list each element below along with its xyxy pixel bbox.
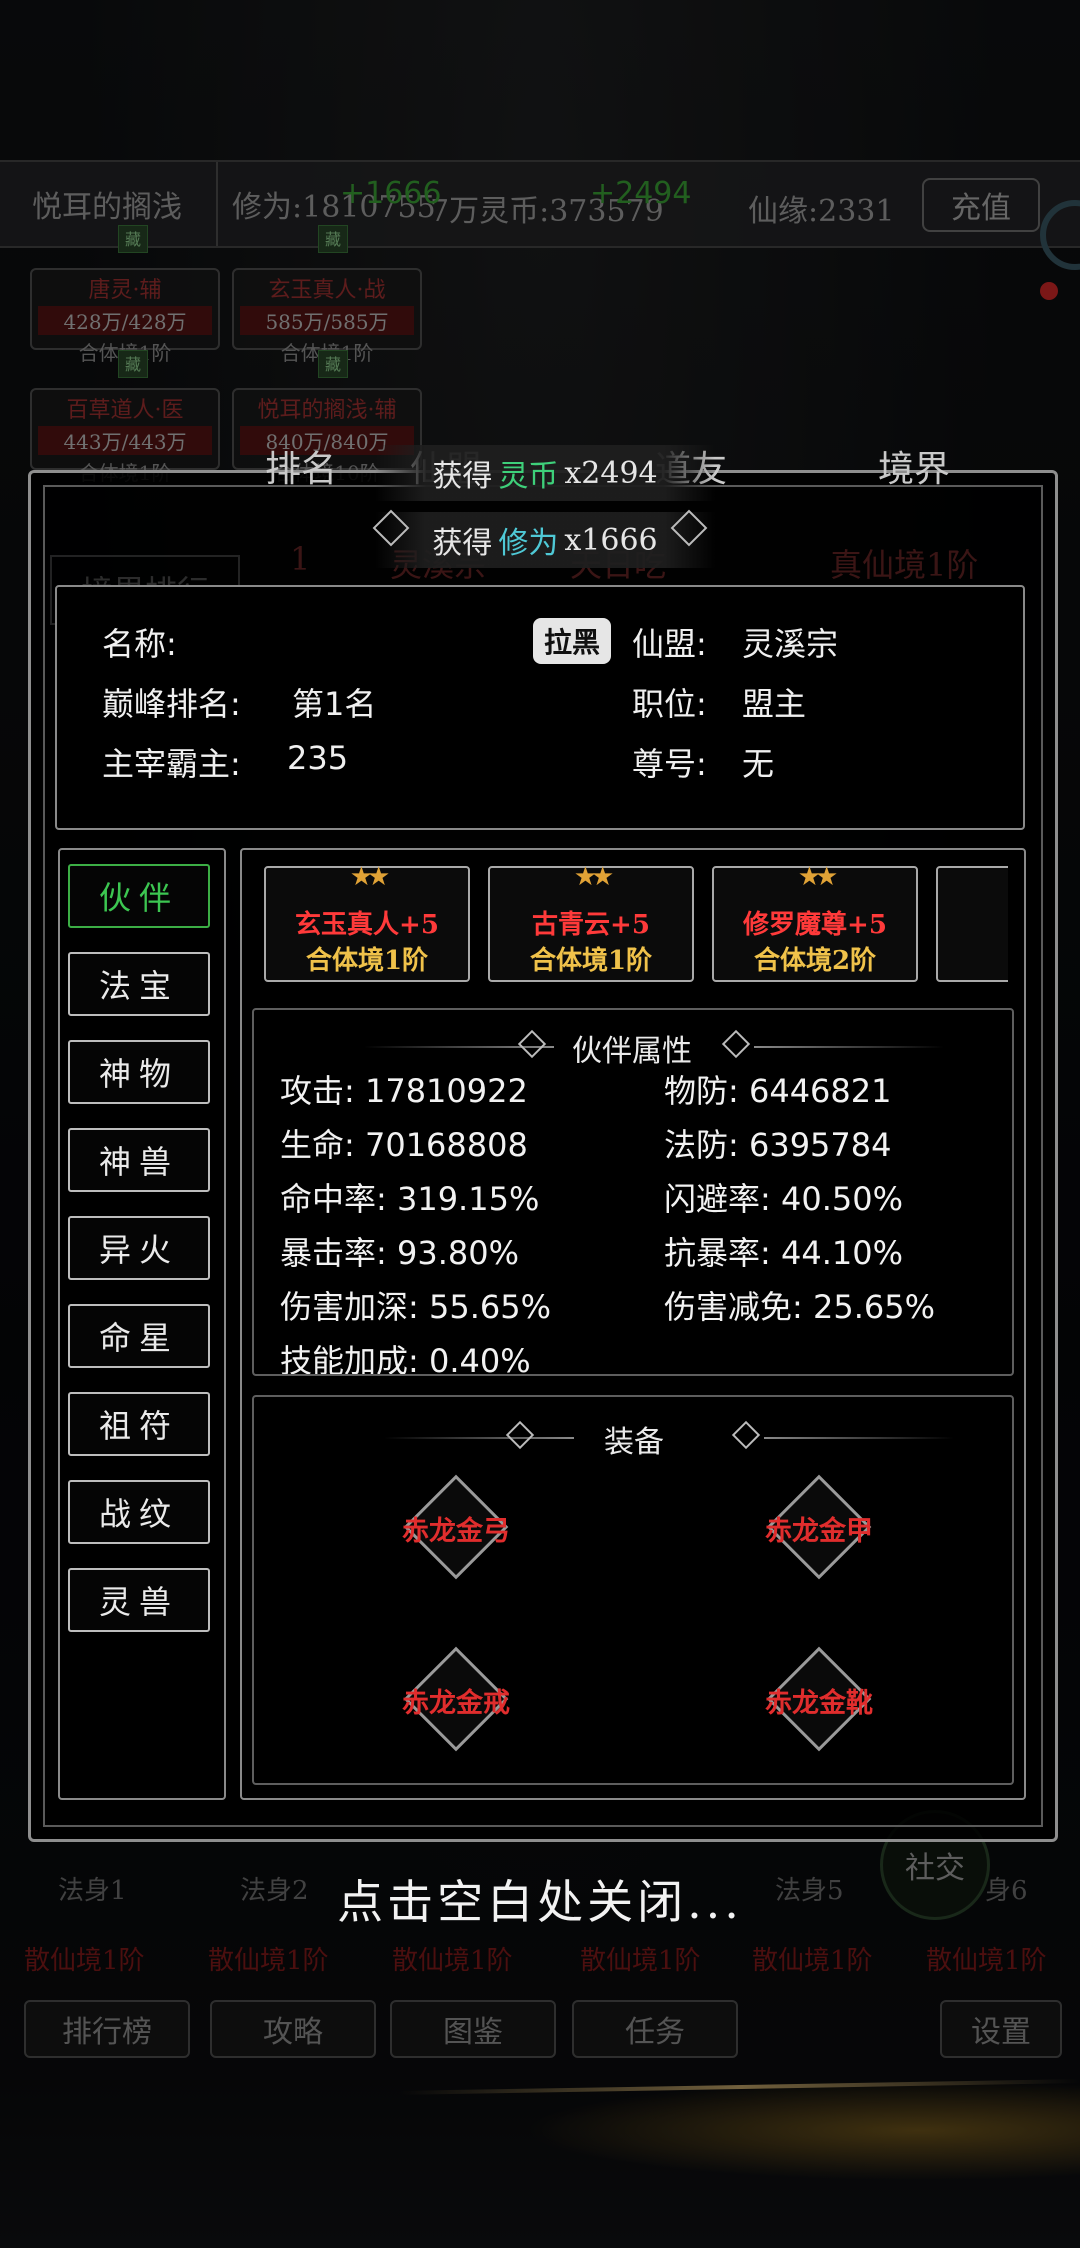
tab-battle-pattern[interactable]: 战纹 [68,1480,210,1544]
partner-card[interactable]: ★★ 玄玉真人+5 合体境1阶 [264,866,470,982]
partner-name: 修罗魔尊+5 [743,910,887,940]
attr-crit-resist: 抗暴率: 44.10% [664,1234,903,1272]
partner-name: 星辰 [938,904,1008,941]
partner-level: 合体 [938,940,1008,977]
close-hint[interactable]: 点击空白处关闭... [0,1866,1080,1932]
partner-list[interactable]: ★★ 玄玉真人+5 合体境1阶 ★★ 古青云+5 合体境1阶 ★★ 修罗魔尊+5… [264,866,1008,986]
attr-hit-rate: 命中率: 319.15% [280,1180,540,1218]
divider-line [754,1046,944,1048]
equipment-name: 赤龙金弓 [402,1516,510,1547]
reward-amount: x2494 [564,455,658,491]
reward-banner-currency: 获得 灵币 x2494 [375,445,715,501]
star-rating-icon: ★★ [349,866,391,892]
diamond-ornament-icon [517,1029,547,1059]
title-label: 尊号: [632,745,707,783]
diamond-ornament-icon [721,1029,751,1059]
peak-rank-label: 巅峰排名: [102,685,241,723]
partner-level: 合体境1阶 [305,946,429,976]
attr-damage-boost: 伤害加深: 55.65% [280,1288,551,1326]
equipment-title: 装备 [604,1425,664,1460]
blacklist-button[interactable]: 拉黑 [533,618,611,664]
tab-rank[interactable]: 排名 [265,440,337,492]
equipment-panel: 装备 赤龙金弓 赤龙金甲 赤龙金戒 赤龙金靴 [252,1395,1014,1785]
attr-skill-bonus: 技能加成: 0.40% [280,1342,531,1376]
diamond-ornament-icon [505,1420,535,1450]
ranking-row-rank: 1 [290,540,311,578]
peak-rank-value: 第1名 [292,685,377,723]
star-rating-icon: ★★ [573,866,615,892]
partner-level: 合体境1阶 [529,946,653,976]
ruler-value: 235 [287,739,349,777]
reward-prefix: 获得 [432,526,493,561]
position-value: 盟主 [742,685,807,723]
attr-attack: 攻击: 17810922 [280,1072,528,1110]
tab-ancestral-rune[interactable]: 祖符 [68,1392,210,1456]
tab-divine-object[interactable]: 神物 [68,1040,210,1104]
ruler-label: 主宰霸主: [102,745,241,783]
partner-card[interactable]: ★★ 星辰 合体 [936,866,1008,982]
reward-prefix: 获得 [432,459,493,494]
attr-crit-rate: 暴击率: 93.80% [280,1234,519,1272]
reward-currency-name: 修为 [498,526,559,561]
star-rating-icon: ★★ [938,866,1008,892]
guild-label: 仙盟: [632,625,707,663]
partner-level: 合体境2阶 [753,946,877,976]
tab-strange-fire[interactable]: 异火 [68,1216,210,1280]
partner-name: 古青云+5 [532,910,650,940]
title-value: 无 [742,745,775,783]
attributes-title: 伙伴属性 [572,1034,692,1069]
equipment-name: 赤龙金靴 [765,1688,873,1719]
attr-dodge-rate: 闪避率: 40.50% [664,1180,903,1218]
partner-name: 玄玉真人+5 [295,910,439,940]
diamond-ornament-icon [731,1420,761,1450]
reward-amount: x1666 [564,522,658,558]
tab-treasure[interactable]: 法宝 [68,952,210,1016]
ranking-row-realm: 真仙境1阶 [830,546,979,584]
name-label: 名称: [102,625,177,663]
tab-life-star[interactable]: 命星 [68,1304,210,1368]
reward-currency-name: 灵币 [498,459,559,494]
star-rating-icon: ★★ [797,866,839,892]
partner-card[interactable]: ★★ 修罗魔尊+5 合体境2阶 [712,866,918,982]
tab-divine-beast[interactable]: 神兽 [68,1128,210,1192]
attr-magic-defense: 法防: 6395784 [664,1126,892,1164]
equipment-name: 赤龙金甲 [765,1516,873,1547]
position-label: 职位: [632,685,707,723]
equipment-name: 赤龙金戒 [402,1688,510,1719]
game-screen: 悦耳的搁浅 修为:1810755 仙缘:2331 充值 7万灵币:373579 … [0,0,1080,2248]
attr-physical-defense: 物防: 6446821 [664,1072,892,1110]
attr-hp: 生命: 70168808 [280,1126,528,1164]
tab-realm[interactable]: 境界 [878,440,950,492]
divider-line [384,1437,574,1439]
guild-value: 灵溪宗 [742,625,839,663]
partner-attributes-panel: 伙伴属性 攻击: 17810922 生命: 70168808 命中率: 319.… [252,1008,1014,1376]
partner-card[interactable]: ★★ 古青云+5 合体境1阶 [488,866,694,982]
divider-line [764,1437,954,1439]
attr-damage-reduction: 伤害减免: 25.65% [664,1288,935,1326]
tab-spirit-beast[interactable]: 灵兽 [68,1568,210,1632]
tab-partner[interactable]: 伙伴 [68,864,210,928]
reward-banner-cultivation: 获得 修为 x1666 [375,512,715,568]
